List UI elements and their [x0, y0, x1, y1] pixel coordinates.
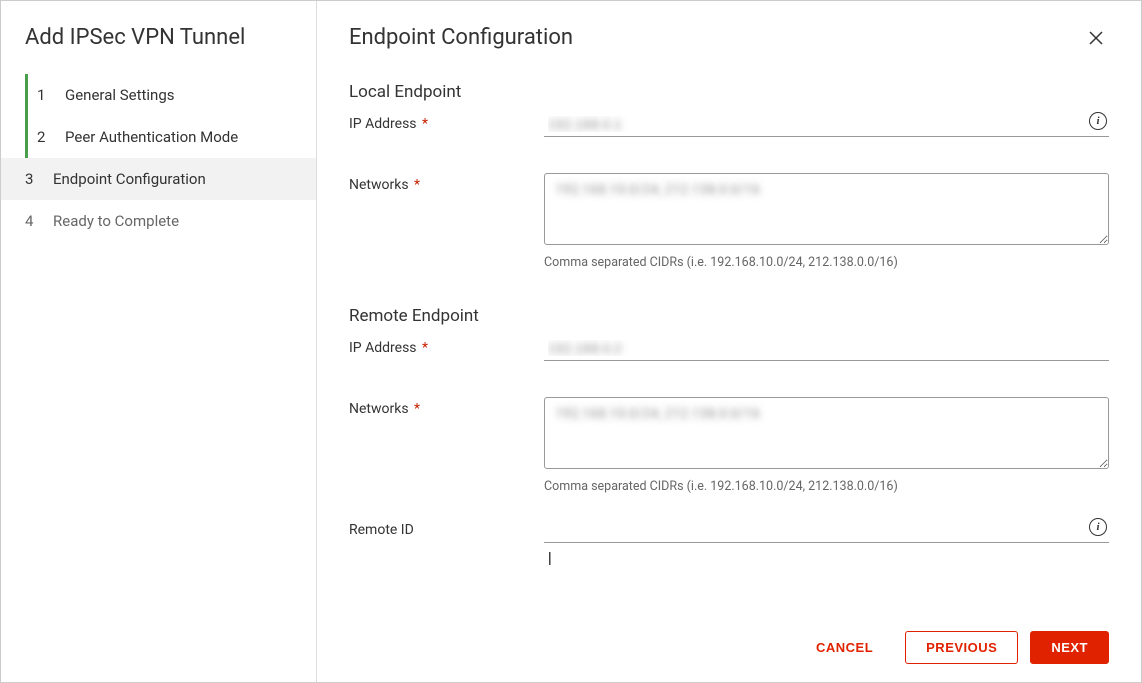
info-icon[interactable]: i: [1089, 518, 1107, 536]
step-number: 4: [25, 212, 39, 230]
remote-id-wrap: i: [544, 518, 1109, 569]
wizard-step-endpoint-config[interactable]: 3 Endpoint Configuration: [1, 158, 316, 200]
step-number: 1: [37, 86, 51, 104]
local-ip-input[interactable]: [544, 112, 1109, 137]
wizard-steps: 1 General Settings 2 Peer Authentication…: [1, 74, 316, 242]
step-number: 3: [25, 170, 39, 188]
remote-ip-row: IP Address *: [349, 336, 1109, 361]
local-networks-row: Networks * Comma separated CIDRs (i.e. 1…: [349, 173, 1109, 270]
step-label: Peer Authentication Mode: [65, 128, 238, 146]
remote-id-row: Remote ID i: [349, 518, 1109, 569]
required-asterisk: *: [422, 340, 428, 356]
remote-networks-wrap: Comma separated CIDRs (i.e. 192.168.10.0…: [544, 397, 1109, 494]
required-asterisk: *: [414, 401, 420, 417]
local-networks-helper: Comma separated CIDRs (i.e. 192.168.10.0…: [544, 255, 1109, 270]
dialog-footer: CANCEL PREVIOUS NEXT: [349, 615, 1109, 664]
remote-networks-input[interactable]: [544, 397, 1109, 469]
local-ip-label: IP Address *: [349, 112, 544, 132]
required-asterisk: *: [414, 177, 420, 193]
main-header: Endpoint Configuration: [349, 25, 1109, 54]
local-networks-label: Networks *: [349, 173, 544, 193]
cancel-button[interactable]: CANCEL: [796, 632, 893, 663]
step-number: 2: [37, 128, 51, 146]
remote-ip-wrap: [544, 336, 1109, 361]
local-ip-wrap: i: [544, 112, 1109, 137]
step-label: Ready to Complete: [53, 212, 179, 230]
remote-networks-label: Networks *: [349, 397, 544, 417]
remote-id-caret: [544, 545, 1109, 569]
form-content: Local Endpoint IP Address * i Networks *: [349, 82, 1109, 615]
info-icon[interactable]: i: [1089, 112, 1107, 130]
local-networks-input[interactable]: [544, 173, 1109, 245]
wizard-sidebar: Add IPSec VPN Tunnel 1 General Settings …: [1, 1, 317, 682]
dialog-title: Add IPSec VPN Tunnel: [1, 25, 316, 74]
local-ip-row: IP Address * i: [349, 112, 1109, 137]
step-label: General Settings: [65, 86, 175, 104]
previous-button[interactable]: PREVIOUS: [905, 631, 1018, 664]
remote-networks-row: Networks * Comma separated CIDRs (i.e. 1…: [349, 397, 1109, 494]
step-label: Endpoint Configuration: [53, 170, 206, 188]
next-button[interactable]: NEXT: [1030, 631, 1109, 664]
close-button[interactable]: [1083, 25, 1109, 54]
remote-networks-helper: Comma separated CIDRs (i.e. 192.168.10.0…: [544, 479, 1109, 494]
ipsec-vpn-dialog: Add IPSec VPN Tunnel 1 General Settings …: [0, 0, 1142, 683]
remote-ip-input[interactable]: [544, 336, 1109, 361]
close-icon: [1087, 29, 1105, 47]
main-panel: Endpoint Configuration Local Endpoint IP…: [317, 1, 1141, 682]
local-endpoint-heading: Local Endpoint: [349, 82, 1109, 102]
local-networks-wrap: Comma separated CIDRs (i.e. 192.168.10.0…: [544, 173, 1109, 270]
page-title: Endpoint Configuration: [349, 25, 573, 50]
remote-endpoint-heading: Remote Endpoint: [349, 306, 1109, 326]
wizard-step-ready[interactable]: 4 Ready to Complete: [1, 200, 316, 242]
wizard-step-peer-auth[interactable]: 2 Peer Authentication Mode: [1, 116, 316, 158]
remote-id-input[interactable]: [544, 518, 1109, 543]
wizard-step-general-settings[interactable]: 1 General Settings: [1, 74, 316, 116]
required-asterisk: *: [422, 116, 428, 132]
remote-ip-label: IP Address *: [349, 336, 544, 356]
remote-id-label: Remote ID: [349, 518, 544, 538]
